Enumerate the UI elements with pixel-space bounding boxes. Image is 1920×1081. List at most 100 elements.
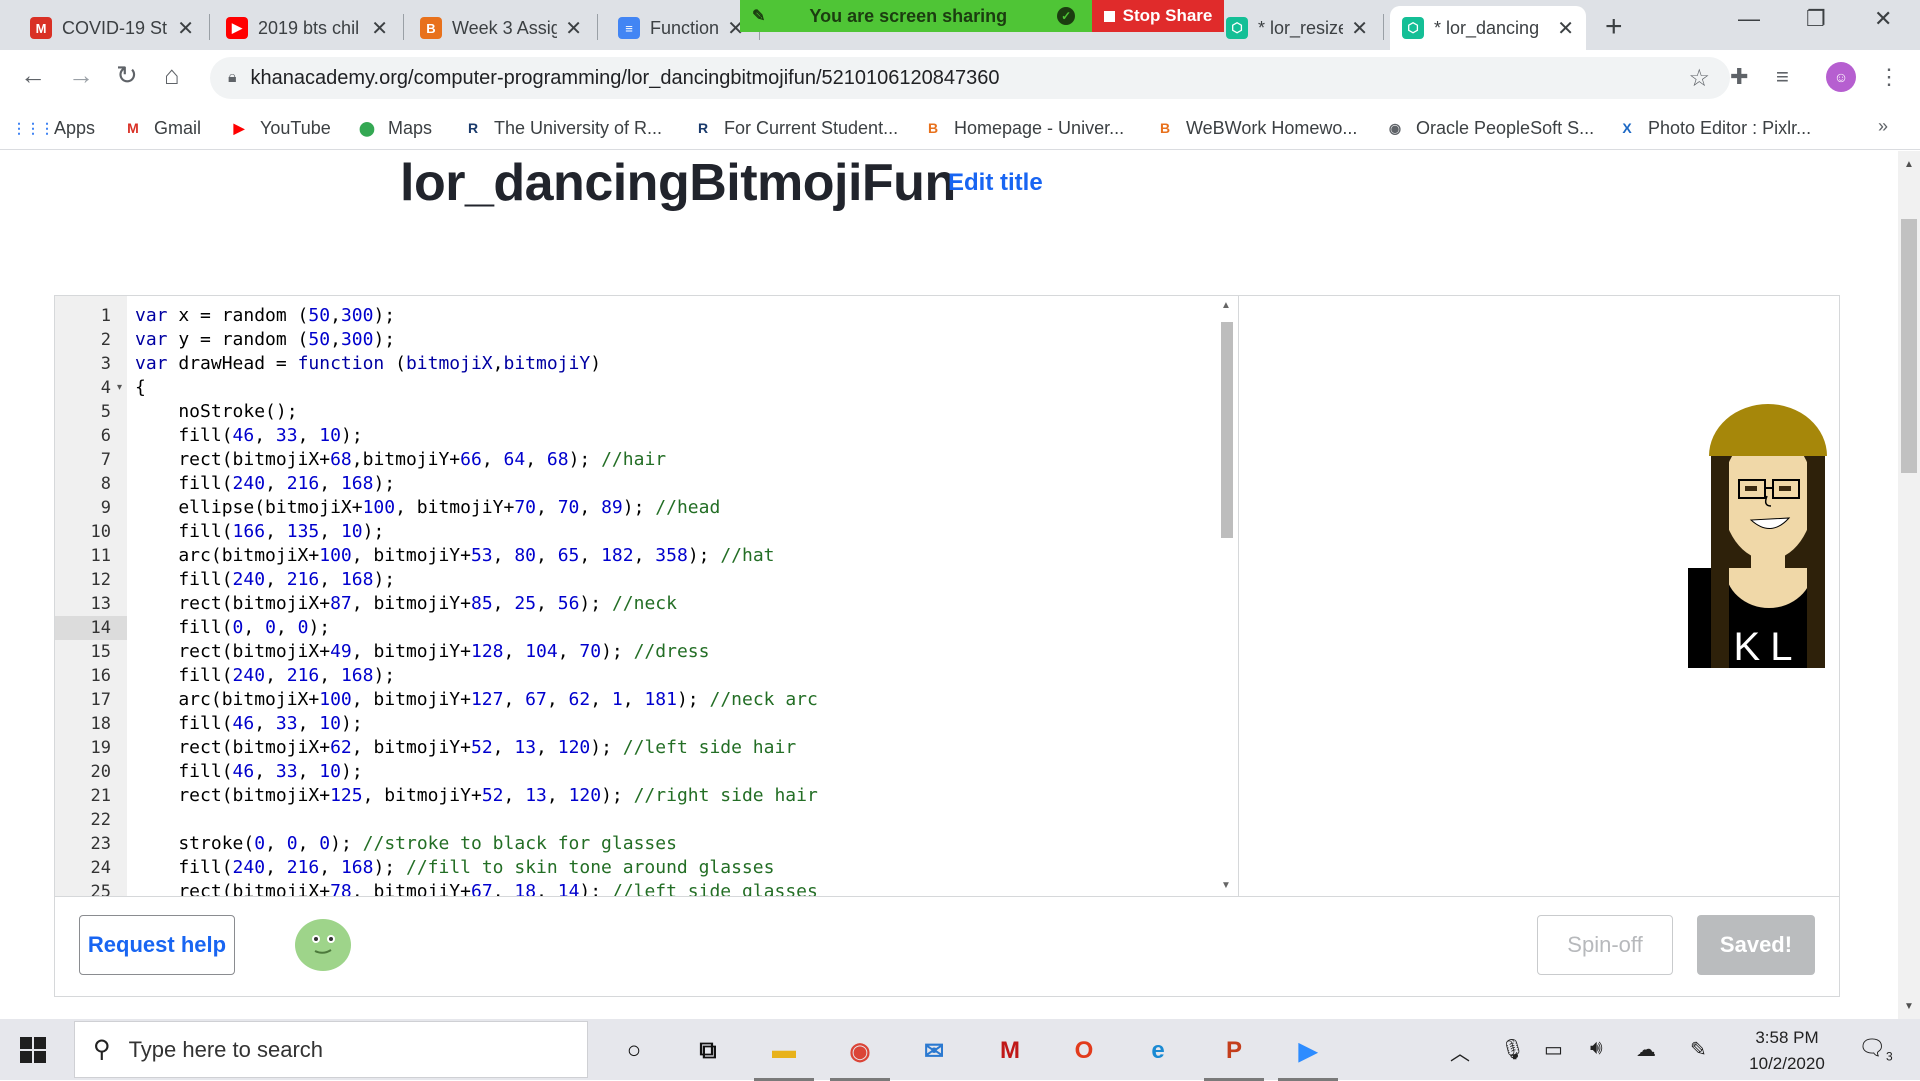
- chrome-icon[interactable]: ◉: [830, 1031, 890, 1081]
- code-line[interactable]: ellipse(bitmojiX+100, bitmojiY+70, 70, 8…: [135, 496, 720, 520]
- code-line[interactable]: fill(46, 33, 10);: [135, 760, 362, 784]
- close-window-button[interactable]: ✕: [1874, 6, 1892, 32]
- edge-icon[interactable]: e: [1138, 1031, 1178, 1071]
- bookmark-item[interactable]: B WeBWork Homewo...: [1154, 114, 1357, 142]
- onedrive-cloud-icon[interactable]: ☁: [1636, 1037, 1656, 1062]
- close-tab-icon[interactable]: ✕: [177, 16, 194, 41]
- close-tab-icon[interactable]: ✕: [565, 16, 582, 41]
- battery-icon[interactable]: ▭: [1544, 1037, 1563, 1062]
- taskbar-search-placeholder[interactable]: Type here to search: [129, 1037, 323, 1063]
- fold-arrow-icon[interactable]: ▾: [117, 382, 122, 393]
- code-line[interactable]: rect(bitmojiX+68,bitmojiY+66, 64, 68); /…: [135, 448, 666, 472]
- code-line[interactable]: rect(bitmojiX+78, bitmojiY+67, 18, 14); …: [135, 880, 818, 896]
- bookmark-item[interactable]: R The University of R...: [462, 114, 662, 142]
- code-line[interactable]: fill(240, 216, 168); //fill to skin tone…: [135, 856, 774, 880]
- minimize-button[interactable]: —: [1738, 6, 1760, 32]
- code-line[interactable]: fill(46, 33, 10);: [135, 424, 362, 448]
- code-line[interactable]: fill(166, 135, 10);: [135, 520, 384, 544]
- code-line[interactable]: fill(0, 0, 0);: [135, 616, 330, 640]
- office-icon[interactable]: O: [1064, 1031, 1104, 1071]
- bookmark-item[interactable]: X Photo Editor : Pixlr...: [1616, 114, 1811, 142]
- bookmark-item[interactable]: R For Current Student...: [692, 114, 898, 142]
- browser-tab[interactable]: ≡Functions✕: [606, 6, 756, 50]
- bookmark-item[interactable]: ⋮⋮⋮ Apps: [12, 114, 95, 142]
- code-line[interactable]: fill(240, 216, 168);: [135, 568, 395, 592]
- volume-icon[interactable]: 🔊︎: [1590, 1037, 1603, 1060]
- spin-off-button[interactable]: Spin-off: [1537, 915, 1673, 975]
- url-text[interactable]: khanacademy.org/computer-programming/lor…: [251, 67, 1000, 90]
- reload-icon[interactable]: ↻: [116, 60, 138, 91]
- forward-arrow-icon[interactable]: →: [68, 60, 94, 91]
- code-line[interactable]: rect(bitmojiX+62, bitmojiY+52, 13, 120);…: [135, 736, 796, 760]
- page-scroll-thumb[interactable]: [1901, 219, 1917, 473]
- browser-tab[interactable]: ▶ 2019 bts chil ✕: [214, 6, 400, 50]
- profile-avatar[interactable]: ☺: [1826, 62, 1856, 92]
- code-line[interactable]: arc(bitmojiX+100, bitmojiY+127, 67, 62, …: [135, 688, 818, 712]
- windows-start-icon[interactable]: [20, 1037, 46, 1063]
- zoom-icon[interactable]: ▶: [1278, 1031, 1338, 1081]
- saved-button[interactable]: Saved!: [1697, 915, 1815, 975]
- page-scroll-down-icon[interactable]: ▼: [1904, 1001, 1914, 1012]
- bookmark-item[interactable]: B Homepage - Univer...: [922, 114, 1124, 142]
- file-explorer-icon[interactable]: ▬: [754, 1031, 814, 1081]
- code-line[interactable]: stroke(0, 0, 0); //stroke to black for g…: [135, 832, 677, 856]
- close-tab-icon[interactable]: ✕: [1557, 16, 1574, 41]
- code-line[interactable]: var y = random (50,300);: [135, 328, 395, 352]
- close-tab-icon[interactable]: ✕: [371, 16, 388, 41]
- code-area[interactable]: var x = random (50,300); var y = random (…: [135, 296, 1238, 896]
- microphone-icon[interactable]: 🎙︎: [1500, 1037, 1525, 1062]
- bookmark-item[interactable]: ⬤ Maps: [356, 114, 432, 142]
- page-scroll-up-icon[interactable]: ▲: [1904, 159, 1914, 170]
- editor-scroll-thumb[interactable]: [1221, 322, 1233, 538]
- taskbar-clock[interactable]: 3:58 PM 10/2/2020: [1748, 1025, 1826, 1077]
- browser-tab[interactable]: B Week 3 Assig ✕: [408, 6, 594, 50]
- bookmark-star-icon[interactable]: ☆: [1688, 64, 1710, 93]
- more-bookmarks-chevron[interactable]: »: [1878, 116, 1888, 137]
- cortana-icon[interactable]: ○: [614, 1031, 654, 1071]
- close-tab-icon[interactable]: ✕: [1351, 16, 1368, 41]
- bookmark-item[interactable]: M Gmail: [122, 114, 201, 142]
- code-line[interactable]: noStroke();: [135, 400, 297, 424]
- restore-button[interactable]: ❐: [1806, 6, 1826, 32]
- back-arrow-icon[interactable]: ←: [20, 60, 46, 91]
- home-icon[interactable]: ⌂: [164, 60, 180, 91]
- code-line[interactable]: fill(46, 33, 10);: [135, 712, 362, 736]
- task-view-icon[interactable]: ⧉: [688, 1031, 728, 1071]
- bookmark-item[interactable]: ◉ Oracle PeopleSoft S...: [1384, 114, 1594, 142]
- new-tab-button[interactable]: +: [1605, 10, 1623, 44]
- chrome-menu-icon[interactable]: ⋮: [1878, 64, 1900, 90]
- page-scrollbar[interactable]: ▲ ▼: [1898, 151, 1920, 1019]
- media-queue-icon[interactable]: ≡: [1776, 64, 1789, 90]
- browser-tab[interactable]: ⬡ * lor_resizeBi ✕: [1214, 6, 1380, 50]
- program-output-canvas[interactable]: KL: [1241, 296, 1839, 896]
- editor-scrollbar[interactable]: ▲ ▼: [1215, 296, 1238, 896]
- code-editor[interactable]: 1 2 3 4 ▾ 5 6 7 8 9 10 11 12 13 14 15 16 17 18 19 20 21 22 23 24…: [55, 296, 1239, 896]
- code-line[interactable]: rect(bitmojiX+87, bitmojiY+85, 25, 56); …: [135, 592, 677, 616]
- browser-tab[interactable]: M COVID-19 St ✕: [18, 6, 206, 50]
- request-help-button[interactable]: Request help: [79, 915, 235, 975]
- stop-share-button[interactable]: Stop Share: [1092, 0, 1224, 32]
- code-line[interactable]: fill(240, 216, 168);: [135, 472, 395, 496]
- scroll-down-arrow-icon[interactable]: ▼: [1221, 880, 1231, 891]
- lock-icon[interactable]: 🔒︎: [228, 69, 237, 87]
- code-line[interactable]: var drawHead = function (bitmojiX,bitmoj…: [135, 352, 601, 376]
- code-line[interactable]: var x = random (50,300);: [135, 304, 395, 328]
- code-line[interactable]: rect(bitmojiX+49, bitmojiY+128, 104, 70)…: [135, 640, 709, 664]
- extensions-puzzle-icon[interactable]: ✚: [1730, 64, 1748, 90]
- scroll-up-arrow-icon[interactable]: ▲: [1221, 300, 1231, 311]
- code-line[interactable]: arc(bitmojiX+100, bitmojiY+53, 80, 65, 1…: [135, 544, 774, 568]
- bookmark-item[interactable]: ▶ YouTube: [228, 114, 331, 142]
- browser-tab[interactable]: ⬡ * lor_dancing ✕: [1390, 6, 1586, 50]
- notification-center-icon[interactable]: 🗨︎3: [1858, 1035, 1893, 1063]
- mail-icon[interactable]: ✉: [914, 1031, 954, 1071]
- code-line[interactable]: fill(240, 216, 168);: [135, 664, 395, 688]
- show-hidden-icons-chevron[interactable]: ︿: [1450, 1037, 1470, 1066]
- code-line[interactable]: {: [135, 376, 146, 400]
- pin-icon[interactable]: ✎: [752, 6, 765, 26]
- mcafee-icon[interactable]: M: [990, 1031, 1030, 1071]
- edit-title-link[interactable]: Edit title: [948, 169, 1043, 197]
- user-avatar[interactable]: [295, 919, 351, 971]
- taskbar-search-box[interactable]: ⚲ Type here to search: [74, 1021, 588, 1078]
- code-line[interactable]: rect(bitmojiX+125, bitmojiY+52, 13, 120)…: [135, 784, 817, 808]
- pen-icon[interactable]: ✎: [1690, 1037, 1707, 1062]
